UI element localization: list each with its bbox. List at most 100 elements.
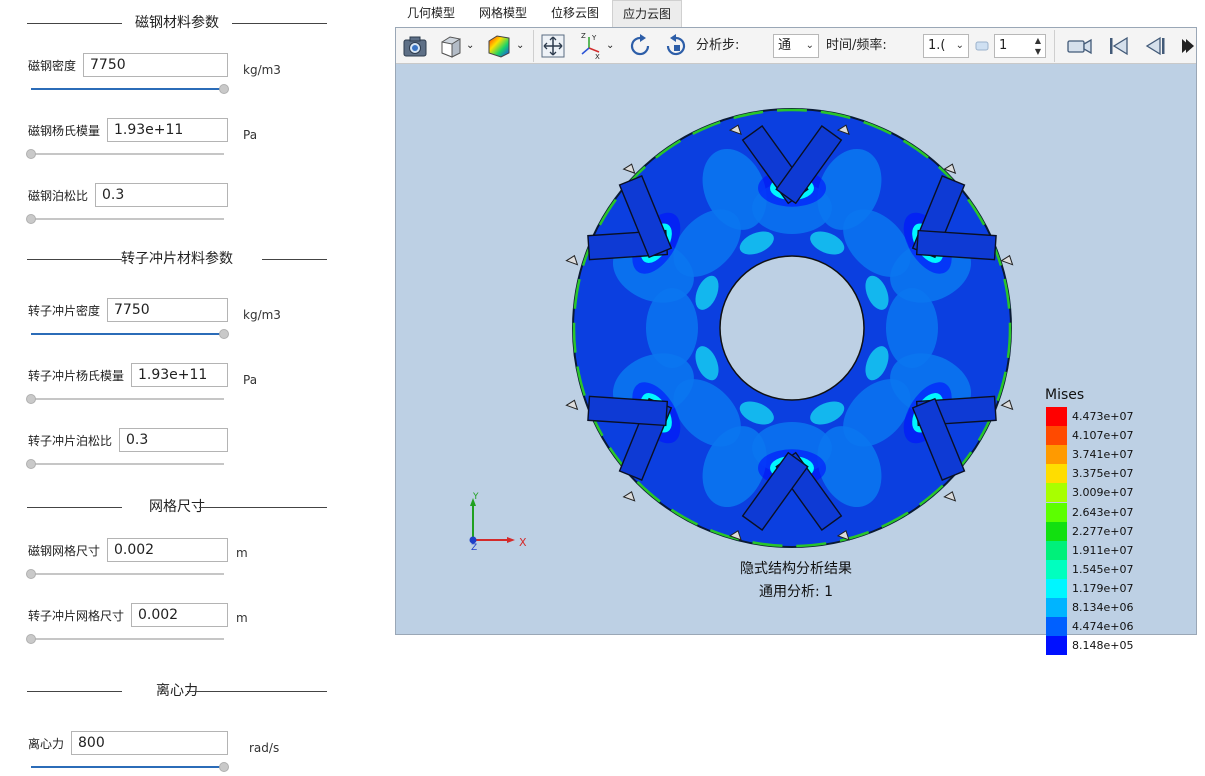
previous-frame-icon[interactable] [1141,32,1169,60]
legend-swatch [1046,521,1067,541]
legend-value: 8.134e+06 [1072,601,1134,614]
legend-entry: 4.107e+07 [1046,426,1186,446]
magnet-youngs-input[interactable]: 1.93e+11 [107,118,228,142]
first-frame-icon[interactable] [1105,32,1133,60]
frame-slider-icon[interactable] [974,40,990,52]
centrifugal-label: 离心力 [28,737,65,751]
magnet-density-label: 磁钢密度 [28,59,77,73]
slider-thumb[interactable] [26,214,36,224]
legend-swatch [1046,426,1067,446]
legend-swatch [1046,445,1067,465]
legend-entry: 3.741e+07 [1046,445,1186,465]
chevron-down-icon[interactable]: ⌄ [466,37,474,55]
chevron-down-icon: ⌄ [805,40,814,51]
rotor-poisson-label: 转子冲片泊松比 [28,434,113,448]
tab-mesh[interactable]: 网格模型 [468,0,538,27]
viewer-toolbar: ⌄ ⌄ Y Z X ⌄ 分析步: 通 ⌄ 时间/频率: 1.(⌄ 1 ▲ ▼ [396,28,1196,64]
rotor-youngs-input[interactable]: 1.93e+11 [131,363,228,387]
slider-thumb[interactable] [219,329,229,339]
centrifugal-unit: rad/s [249,741,280,755]
magnet-density-slider[interactable] [31,83,229,95]
slider-thumb[interactable] [219,762,229,772]
air-gap-notch [565,399,579,411]
slider-thumb[interactable] [26,394,36,404]
rotor-density-label: 转子冲片密度 [28,304,101,318]
legend-entry: 2.277e+07 [1046,521,1186,541]
tab-displacement[interactable]: 位移云图 [540,0,610,27]
result-viewer[interactable]: ⌄ ⌄ Y Z X ⌄ 分析步: 通 ⌄ 时间/频率: 1.(⌄ 1 ▲ ▼ … [395,27,1197,656]
reset-view-icon[interactable] [662,32,690,60]
magnet-density-input[interactable]: 7750 [83,53,228,77]
tab-stress[interactable]: 应力云图 [612,0,682,27]
analysis-step-value: 通 [778,38,792,53]
rotor-density-slider[interactable] [31,328,229,340]
legend-entry: 2.643e+07 [1046,502,1186,522]
legend-swatch [1046,598,1067,617]
slider-thumb[interactable] [26,459,36,469]
air-gap-notch [1000,399,1014,411]
magnet-density-unit: kg/m3 [243,63,281,77]
air-gap-notch [565,254,579,266]
rotor-density-input[interactable]: 7750 [107,298,228,322]
rotor-youngs-unit: Pa [243,373,258,387]
legend-entry: 3.009e+07 [1046,483,1186,503]
legend-value: 1.179e+07 [1072,581,1134,595]
magnet-mesh-unit: m [236,546,248,560]
rotor-poisson-input[interactable]: 0.3 [119,428,228,452]
record-video-icon[interactable] [1065,32,1093,60]
legend-swatch [1046,464,1067,484]
rotor-mesh-slider[interactable] [26,633,224,645]
chevron-down-icon[interactable]: ⌄ [516,37,524,55]
svg-text:Z: Z [581,32,586,40]
stress-region [646,288,698,368]
analysis-step-select[interactable]: 通 ⌄ [773,34,819,58]
time-freq-select[interactable]: 1.( ⌄ [923,34,969,58]
view-cube-icon[interactable] [437,32,465,60]
legend-swatch [1046,578,1067,598]
legend-value: 4.474e+06 [1072,620,1134,634]
legend-entry: 1.545e+07 [1046,559,1186,579]
magnet-youngs-slider[interactable] [26,148,224,160]
legend-swatch [1046,540,1067,560]
viewport-3d[interactable]: Y X Z 隐式结构分析结果 通用分析: 1 Mises 4.473e+07 4.… [396,65,1196,656]
magnet-mesh-slider[interactable] [26,568,224,580]
slider-thumb[interactable] [219,84,229,94]
legend-entry: 8.148e+05 [1046,636,1186,656]
fit-view-icon[interactable] [539,32,567,60]
axis-y-label: Y [473,492,479,502]
magnet-poisson-slider[interactable] [26,213,224,225]
legend-value: 4.107e+07 [1072,429,1134,443]
color-map-icon[interactable] [485,32,513,60]
magnet-mesh-input[interactable]: 0.002 [107,538,228,562]
magnet-poisson-label: 磁钢泊松比 [28,189,89,203]
rotor-youngs-slider[interactable] [26,393,224,405]
axis-x-label: X [519,536,527,549]
svg-text:X: X [595,53,600,60]
slider-thumb[interactable] [26,634,36,644]
magnet-bar [915,229,997,261]
axes-view-icon[interactable]: Y Z X [577,32,605,60]
legend-value: 3.741e+07 [1072,448,1134,462]
legend-swatch [1046,407,1067,426]
air-gap-notch [943,491,957,502]
rotor-poisson-slider[interactable] [26,458,224,470]
legend-value: 1.545e+07 [1072,562,1134,576]
centrifugal-input[interactable]: 800 [71,731,228,755]
frame-value: 1 [999,38,1008,53]
rotor-mesh-input[interactable]: 0.002 [131,603,228,627]
chevron-down-icon[interactable]: ⌄ [606,37,614,55]
rotate-icon[interactable] [626,32,654,60]
legend-value: 2.277e+07 [1072,524,1134,538]
rotor-mesh-unit: m [236,611,248,625]
frame-spinbox[interactable]: 1 ▲ ▼ [994,34,1046,58]
play-icon[interactable] [1178,32,1196,60]
slider-thumb[interactable] [26,569,36,579]
magnet-poisson-input[interactable]: 0.3 [95,183,228,207]
screenshot-camera-icon[interactable] [401,32,429,60]
tab-geometry[interactable]: 几何模型 [396,0,466,27]
spin-arrows-icon[interactable]: ▲ ▼ [1035,35,1041,57]
legend-swatch [1046,559,1067,579]
rotor-material-header: 转子冲片材料参数 [27,249,327,269]
centrifugal-slider[interactable] [31,761,229,773]
slider-thumb[interactable] [26,149,36,159]
